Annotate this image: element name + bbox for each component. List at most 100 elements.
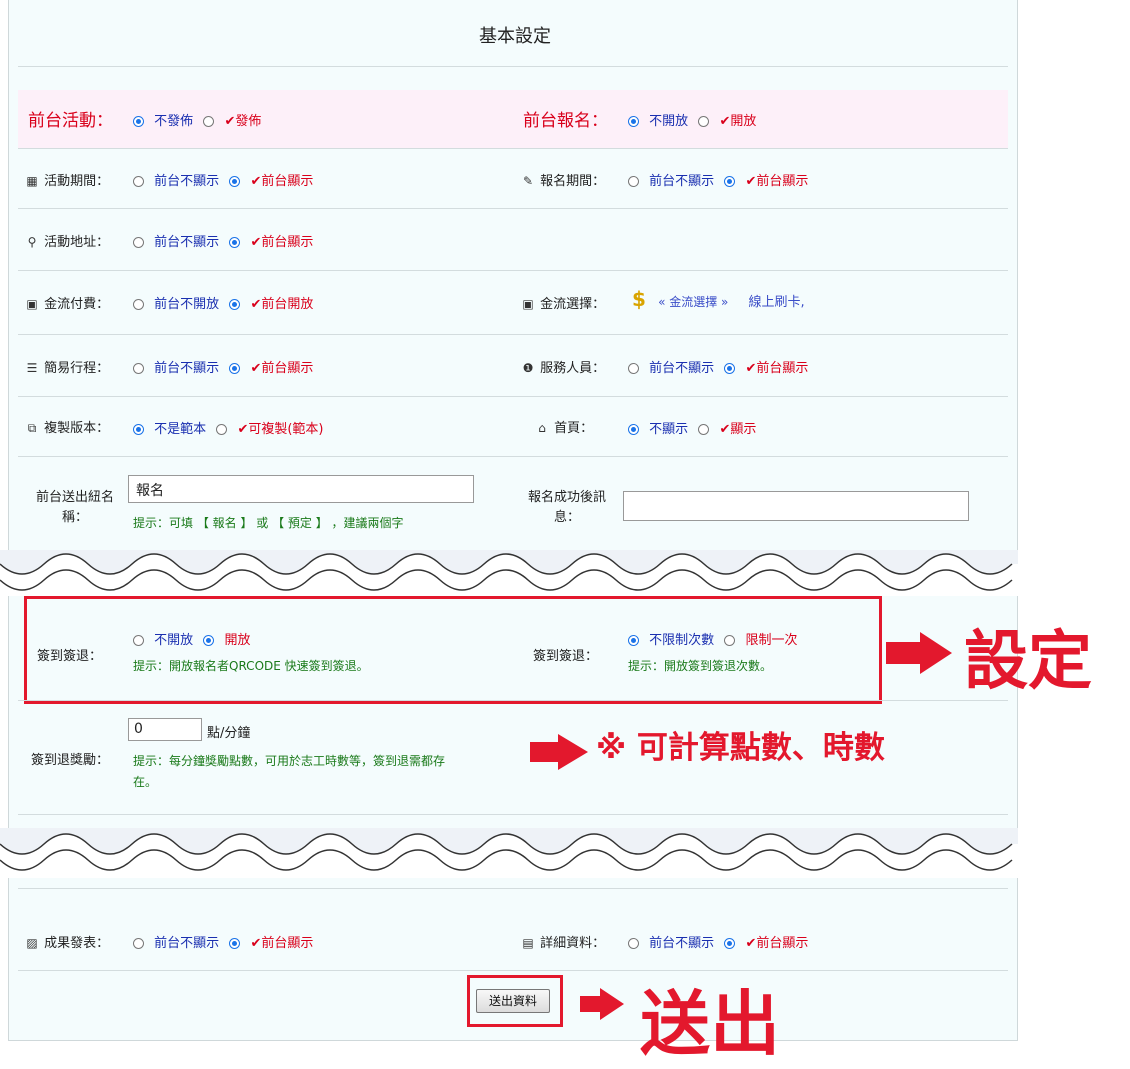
activity-period-radio-2[interactable] [229, 176, 241, 187]
divider [18, 888, 1008, 889]
check-icon: ✔ [224, 114, 236, 129]
reward-points-input[interactable]: 0 [128, 718, 202, 741]
divider [18, 456, 1008, 457]
payment-choice-label: ▣ 金流選擇： [520, 293, 605, 312]
results-radio-2[interactable] [229, 938, 241, 949]
copy-version-options: 不是範本 ✔可複製(範本) [133, 418, 324, 437]
home-radio-1[interactable] [628, 424, 639, 435]
itinerary-radio-2[interactable] [229, 363, 241, 374]
button-name-label: 前台送出紐名 稱： [35, 490, 114, 525]
payment-radio-2[interactable] [229, 299, 241, 310]
activity-address-radio-1[interactable] [133, 237, 144, 248]
signup-period-radio-1[interactable] [628, 176, 639, 187]
divider [18, 270, 1008, 271]
check-icon: ✔ [237, 422, 249, 437]
front-activity-label: 前台活動： [28, 111, 113, 131]
front-signup-radio-1[interactable] [628, 116, 639, 127]
page-break-wave [0, 828, 1018, 878]
arrow-right-icon [580, 988, 624, 1020]
divider [18, 334, 1008, 335]
pencil-icon: ✎ [522, 174, 534, 188]
list-icon: ☰ [26, 361, 38, 375]
success-msg-label: 報名成功後訊 息： [527, 490, 606, 525]
arrow-right-icon [530, 734, 588, 770]
front-signup-label: 前台報名： [523, 111, 608, 131]
details-label: ▤ 詳細資料： [520, 932, 605, 951]
reward-hint: 提示：每分鐘獎勵點數，可用於志工時數等，簽到退需都存 在。 [133, 754, 446, 789]
itinerary-options: 前台不顯示 ✔前台顯示 [133, 357, 313, 376]
results-label: ▨ 成果發表： [24, 932, 109, 951]
details-radio-2[interactable] [724, 938, 736, 949]
check-icon: ✔ [250, 936, 262, 951]
payment-options: 前台不開放 ✔前台開放 [133, 293, 313, 312]
check-icon: ✔ [250, 361, 262, 376]
check-icon: ✔ [250, 297, 262, 312]
home-options: 不顯示 ✔顯示 [628, 418, 756, 437]
staff-radio-2[interactable] [724, 363, 736, 374]
copy-version-radio-1[interactable] [133, 424, 144, 435]
activity-address-radio-2[interactable] [229, 237, 241, 248]
annotation-submit: 送出 [640, 983, 780, 1065]
results-radio-1[interactable] [133, 938, 144, 949]
calendar-icon: ▦ [26, 174, 38, 188]
activity-period-options: 前台不顯示 ✔前台顯示 [133, 170, 313, 189]
front-signup-radio-2[interactable] [698, 116, 710, 127]
page-break-wave [0, 550, 1018, 596]
payment-choice-value: $ « 金流選擇 » 線上刷卡, [632, 287, 805, 311]
home-radio-2[interactable] [698, 424, 710, 435]
info-icon: ❶ [522, 361, 534, 375]
activity-address-options: 前台不顯示 ✔前台顯示 [133, 231, 313, 250]
check-icon: ✔ [250, 235, 262, 250]
money-icon: ▣ [522, 297, 534, 311]
front-activity-options: 不發佈 ✔發佈 [133, 110, 261, 129]
arrow-right-icon [886, 632, 952, 674]
activity-address-label: ⚲ 活動地址： [24, 231, 110, 250]
itinerary-label: ☰ 簡易行程： [24, 357, 110, 376]
copy-icon: ⧉ [27, 421, 37, 435]
activity-period-label: ▦ 活動期間： [24, 170, 109, 189]
signup-period-options: 前台不顯示 ✔前台顯示 [628, 170, 808, 189]
payment-radio-1[interactable] [133, 299, 144, 310]
results-options: 前台不顯示 ✔前台顯示 [133, 932, 313, 951]
staff-label: ❶ 服務人員： [520, 357, 606, 376]
check-icon: ✔ [719, 114, 731, 129]
itinerary-radio-1[interactable] [133, 363, 144, 374]
divider [18, 814, 1008, 815]
divider [18, 66, 1008, 67]
check-icon: ✔ [250, 174, 262, 189]
button-name-input[interactable]: 報名 [128, 475, 474, 503]
divider [18, 148, 1008, 149]
copy-version-radio-2[interactable] [216, 424, 228, 435]
map-marker-icon: ⚲ [27, 235, 37, 249]
staff-radio-1[interactable] [628, 363, 639, 374]
divider [18, 396, 1008, 397]
payment-choice-link[interactable]: « 金流選擇 » [658, 295, 728, 309]
image-icon: ▨ [26, 936, 38, 950]
button-name-hint: 提示：可填 【 報名 】 或 【 預定 】 ，建議兩個字 [133, 516, 404, 530]
check-icon: ✔ [745, 936, 757, 951]
success-msg-input[interactable] [623, 491, 969, 521]
payment-label: ▣ 金流付費： [24, 293, 109, 312]
home-icon: ⌂ [538, 421, 546, 435]
annotation-calc: ※ 可計算點數、時數 [596, 730, 885, 766]
divider [18, 970, 1008, 971]
details-options: 前台不顯示 ✔前台顯示 [628, 932, 808, 951]
activity-period-radio-1[interactable] [133, 176, 144, 187]
reward-unit: 點/分鐘 [207, 726, 251, 741]
front-activity-radio-2[interactable] [203, 116, 215, 127]
money-icon: ▣ [26, 297, 38, 311]
check-icon: ✔ [719, 422, 731, 437]
page-title: 基本設定 [479, 26, 551, 47]
signup-period-radio-2[interactable] [724, 176, 736, 187]
annotation-settings: 設定 [964, 625, 1092, 699]
front-activity-radio-1[interactable] [133, 116, 144, 127]
home-label: ⌂ 首頁： [534, 417, 593, 436]
details-radio-1[interactable] [628, 938, 639, 949]
staff-options: 前台不顯示 ✔前台顯示 [628, 357, 808, 376]
front-signup-options: 不開放 ✔開放 [628, 110, 756, 129]
check-icon: ✔ [745, 174, 757, 189]
divider [18, 208, 1008, 209]
dollar-icon: $ [632, 287, 646, 311]
check-icon: ✔ [745, 361, 757, 376]
copy-version-label: ⧉ 複製版本： [24, 417, 109, 436]
